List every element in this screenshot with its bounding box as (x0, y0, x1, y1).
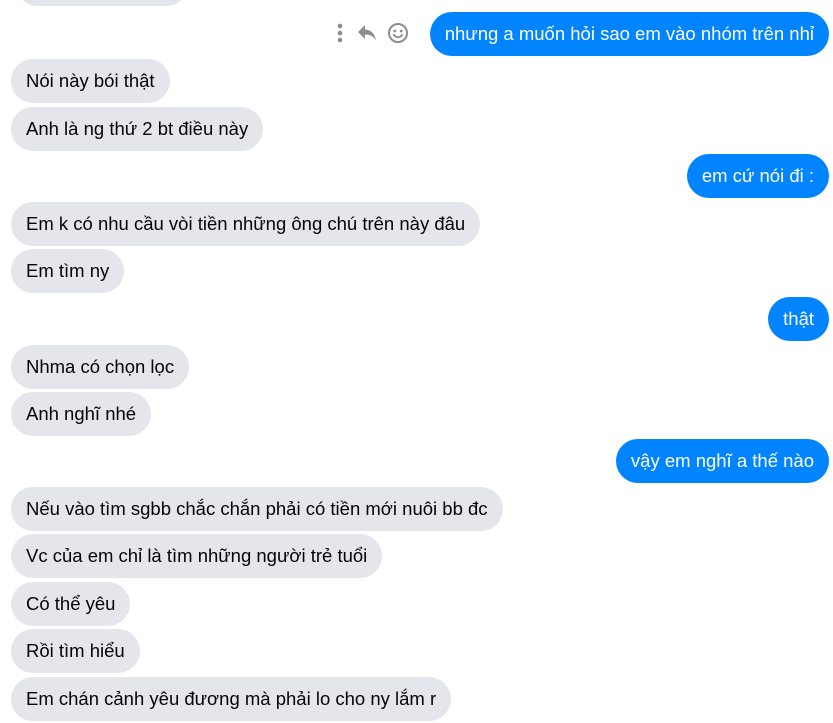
message-bubble-incoming[interactable]: Nói này bói thật (11, 59, 170, 103)
message-bubble-incoming[interactable]: Vc của em chỉ là tìm những người trẻ tuổ… (11, 534, 383, 578)
message-bubble-incoming[interactable]: Nhma có chọn lọc (11, 345, 190, 389)
reply-icon[interactable] (355, 22, 379, 44)
message-bubble-incoming[interactable]: Em tìm ny (11, 249, 125, 293)
message-bubble-incoming[interactable]: Nếu vào tìm sgbb chắc chắn phải có tiền … (11, 487, 503, 531)
message-bubble-outgoing[interactable]: thật (768, 297, 829, 341)
message-bubble-incoming[interactable]: Em chán cảnh yêu đương mà phải lo cho ny… (11, 677, 452, 721)
message-bubble-incoming[interactable]: Có thể yêu (11, 582, 131, 626)
message-bubble-incoming[interactable]: Anh nghĩ nhé (11, 392, 152, 436)
message-bubble-outgoing[interactable]: nhưng a muốn hỏi sao em vào nhóm trên nh… (429, 12, 829, 56)
previous-message-bubble (17, 0, 187, 6)
message-bubble-outgoing[interactable]: em cứ nói đi : (686, 154, 829, 198)
message-actions (333, 20, 417, 46)
message-bubble-outgoing[interactable]: vậy em nghĩ a thế nào (615, 439, 829, 483)
message-bubble-incoming[interactable]: Rồi tìm hiểu (11, 629, 140, 673)
react-icon[interactable] (387, 22, 409, 44)
message-bubble-incoming[interactable]: Em k có nhu cầu vòi tiền những ông chú t… (11, 202, 481, 246)
more-options-icon[interactable] (333, 22, 347, 44)
message-bubble-incoming[interactable]: Anh là ng thứ 2 bt điều này (11, 107, 264, 151)
